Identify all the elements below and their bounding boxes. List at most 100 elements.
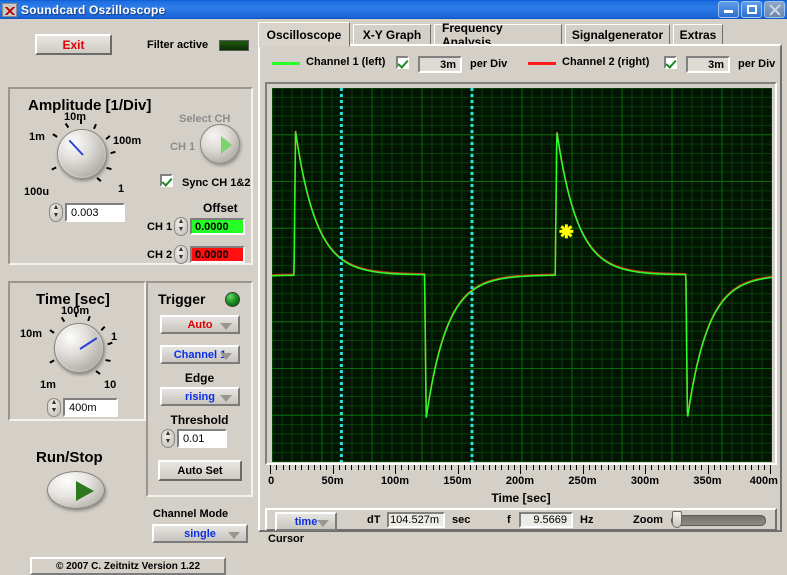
offset-ch2-spinner[interactable]: ▲ ▼ (174, 245, 188, 264)
close-button[interactable] (764, 1, 785, 18)
cursor-mode-select[interactable]: time (275, 512, 337, 531)
time-axis-tick (738, 465, 740, 470)
time-axis-tick (613, 465, 615, 470)
offset-ch2-value[interactable]: 0.0000 (190, 246, 245, 263)
zoom-label: Zoom (633, 514, 663, 526)
time-axis-tick (320, 465, 321, 470)
offset-ch2-label: CH 2 (147, 249, 173, 261)
time-axis-tick (588, 465, 590, 470)
threshold-input[interactable]: 0.01 (177, 429, 227, 448)
channel-1-enable-checkbox[interactable] (396, 56, 409, 69)
trigger-mode-select[interactable]: Auto (160, 315, 240, 334)
trigger-mode-value: Auto (187, 318, 213, 331)
plot-cursor-marker[interactable] (559, 224, 574, 239)
time-axis-tick (670, 465, 671, 470)
chevron-down-icon (228, 532, 240, 539)
minimize-button[interactable] (718, 1, 739, 18)
time-axis-tick (507, 465, 509, 470)
channel-mode-select[interactable]: single (152, 524, 248, 543)
time-axis-tick (432, 465, 434, 470)
tab-signalgenerator[interactable]: Signalgenerator (565, 24, 670, 45)
trigger-edge-select[interactable]: rising (160, 387, 240, 406)
time-axis-tick (301, 465, 303, 470)
filter-active-indicator (219, 40, 249, 51)
time-axis-tick (663, 465, 665, 470)
window-title: Soundcard Oszilloscope (21, 2, 166, 17)
tab-extras[interactable]: Extras (673, 24, 723, 45)
auto-set-button[interactable]: Auto Set (158, 460, 242, 481)
zoom-slider-track[interactable] (671, 515, 766, 526)
channel-2-color-swatch (528, 62, 556, 65)
time-axis-tick (476, 465, 478, 470)
time-axis-title: Time [sec] (491, 491, 551, 505)
trigger-source-select[interactable]: Channel 1 (160, 345, 240, 364)
time-axis-tick (307, 465, 309, 470)
sync-ch-label: Sync CH 1&2 (182, 177, 251, 189)
window-controls (718, 1, 785, 18)
time-value-input[interactable]: 400m (63, 398, 118, 417)
copyright-label: © 2007 C. Zeitnitz Version 1.22 (30, 557, 226, 575)
amplitude-spinner[interactable]: ▲ ▼ (49, 203, 63, 222)
time-axis-tick (745, 465, 746, 470)
offset-ch1-value[interactable]: 0.0000 (190, 218, 245, 235)
edge-label: Edge (184, 371, 215, 385)
time-axis-tick (770, 465, 771, 474)
time-axis-tick-label: 0 (268, 475, 275, 487)
time-axis-tick (757, 465, 759, 470)
threshold-spinner[interactable]: ▲ ▼ (161, 429, 175, 448)
channel-1-per-div-value[interactable]: 3m (418, 56, 462, 73)
time-axis-tick (526, 465, 528, 470)
time-axis-tick (638, 465, 640, 470)
tab-x-y-graph[interactable]: X-Y Graph (353, 24, 431, 45)
tab-label: Signalgenerator (571, 27, 664, 42)
time-axis-tick (632, 465, 634, 470)
time-axis-tick (420, 465, 421, 470)
tab-frequency-analysis[interactable]: Frequency Analysis (434, 21, 562, 49)
oscilloscope-plot-frame (265, 82, 777, 465)
selected-channel-label: CH 1 (170, 141, 196, 153)
time-knob-needle (79, 337, 98, 350)
time-axis-tick (595, 465, 596, 470)
time-spinner[interactable]: ▲ ▼ (47, 398, 61, 417)
chevron-down-icon (220, 353, 232, 360)
amplitude-panel: Amplitude [1/Div] 10m 1m 100m 100u 1 ▲ ▼ … (8, 87, 253, 265)
time-axis-tick (763, 465, 765, 470)
trigger-source-value: Channel 1 (173, 348, 227, 361)
time-axis-tick (645, 465, 646, 474)
chevron-down-icon (220, 395, 232, 402)
time-axis-tick (620, 465, 621, 470)
time-axis-tick (357, 465, 359, 470)
channel-2-per-div-value[interactable]: 3m (686, 56, 730, 73)
time-axis-tick (682, 465, 684, 470)
exit-button[interactable]: Exit (35, 34, 112, 55)
time-axis-tick (382, 465, 384, 470)
amplitude-knob-label-100m: 100m (113, 135, 142, 147)
offset-ch1-spinner[interactable]: ▲ ▼ (174, 217, 188, 236)
amplitude-knob[interactable] (51, 118, 116, 182)
time-axis: 0 50m 100m 150m 200m 250m 300m 350m 400m Time [s… (265, 465, 778, 507)
channel-mode-label: Channel Mode (153, 508, 229, 520)
run-stop-button[interactable] (47, 471, 105, 509)
amplitude-title: Amplitude [1/Div] (28, 97, 152, 114)
time-axis-tick (563, 465, 565, 470)
tab-oscilloscope[interactable]: Oscilloscope (258, 22, 350, 47)
select-ch-knob[interactable] (200, 124, 240, 164)
time-axis-tick (363, 465, 365, 470)
time-knob[interactable] (49, 311, 113, 375)
time-axis-tick (463, 465, 465, 470)
time-knob-label-10m: 10m (20, 328, 43, 340)
status-bar: time dT 104.527m sec f 9.5669 Hz Zoom (265, 508, 777, 531)
amplitude-value-input[interactable]: 0.003 (65, 203, 125, 222)
time-axis-tick (488, 465, 490, 470)
channel-1-color-swatch (272, 62, 300, 65)
app-waveform-icon (2, 2, 17, 17)
time-axis-tick-label: 150m (443, 475, 472, 487)
sync-ch-checkbox[interactable] (160, 174, 173, 187)
oscilloscope-plot[interactable] (272, 88, 772, 462)
zoom-slider-thumb[interactable] (672, 511, 682, 528)
window-titlebar: Soundcard Oszilloscope (0, 0, 787, 19)
maximize-button[interactable] (741, 1, 762, 18)
time-knob-label-1: 1 (111, 331, 118, 343)
channel-2-enable-checkbox[interactable] (664, 56, 677, 69)
time-axis-tick (538, 465, 540, 470)
